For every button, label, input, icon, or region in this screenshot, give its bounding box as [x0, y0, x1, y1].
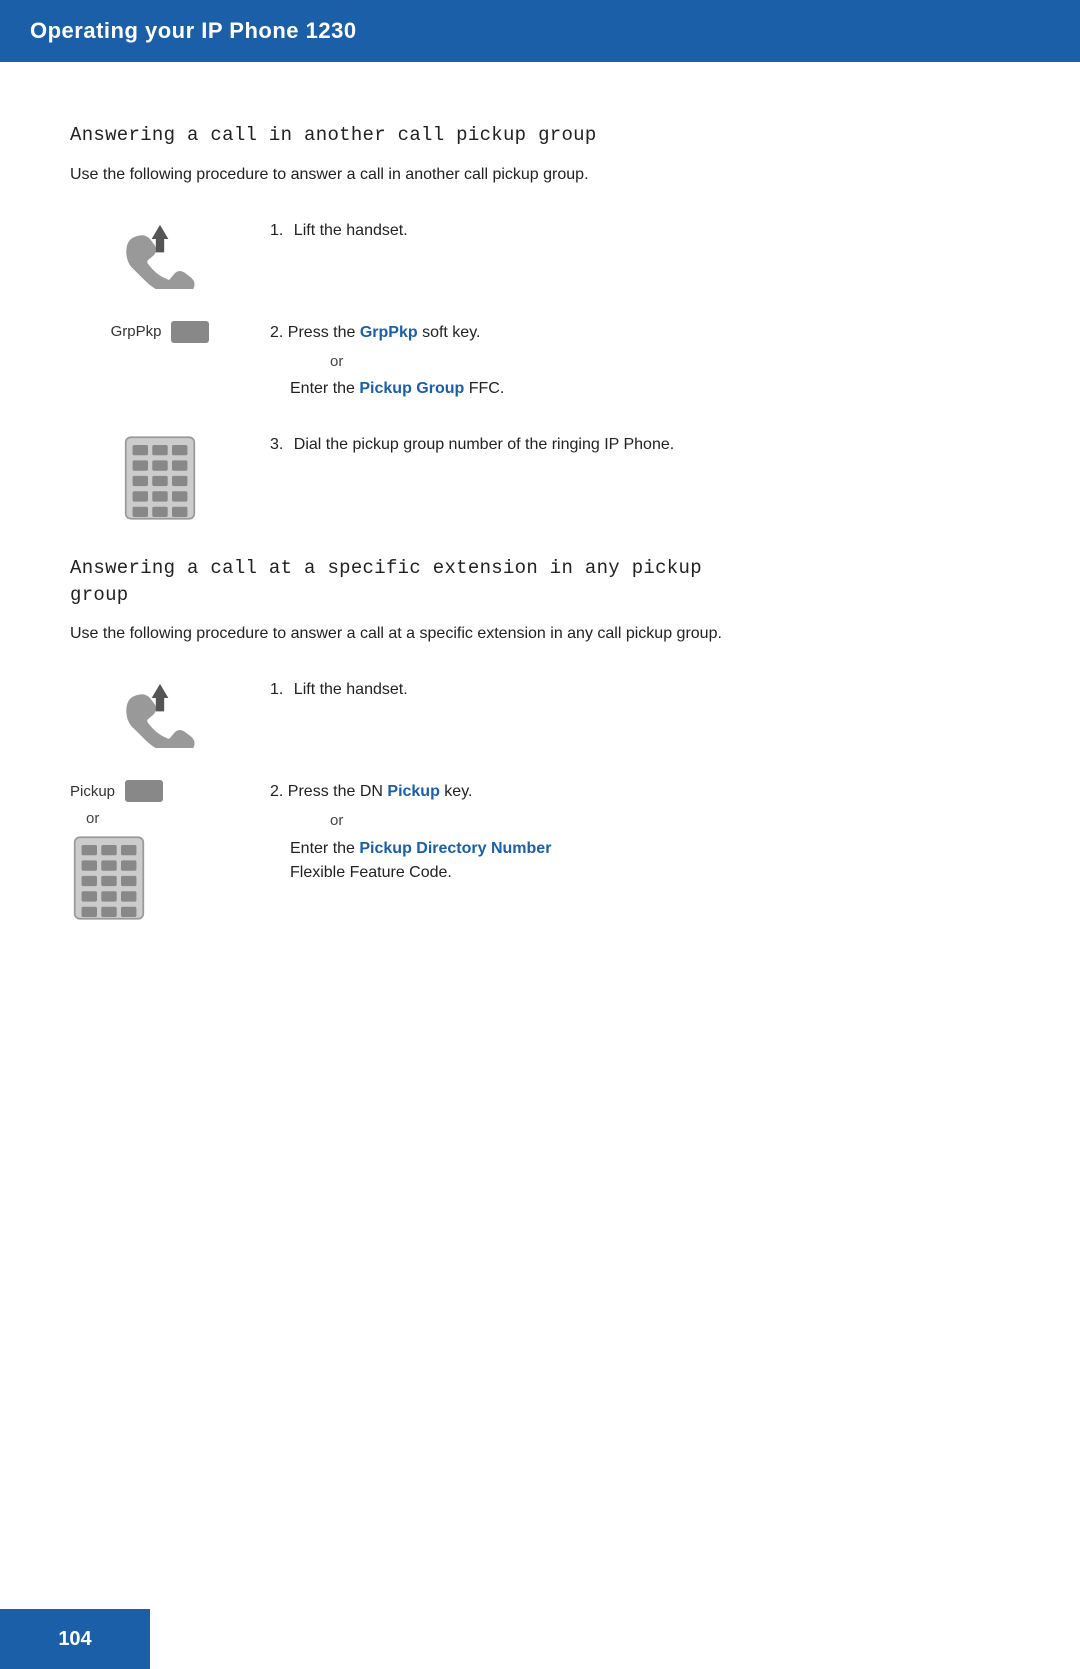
step3-number: 3.: [270, 436, 283, 453]
step2-or: or: [330, 351, 1010, 374]
section1-step3: 3. Dial the pickup group number of the r…: [70, 429, 1010, 523]
step1-icon-area: [70, 215, 250, 289]
grppkp-label: GrpPkp: [111, 323, 162, 340]
softkey-icon-2: [125, 780, 163, 802]
s2-step2-text: 2. Press the DN Pickup key. or Enter the…: [250, 776, 1010, 885]
s2-step2-or: or: [330, 810, 1010, 833]
step3-text: 3. Dial the pickup group number of the r…: [250, 429, 1010, 457]
step2-enter-pre: Enter the: [290, 380, 359, 397]
handset-icon: [110, 219, 210, 289]
softkey-icon: [171, 321, 209, 343]
step3-label: Dial the pickup group number of the ring…: [294, 436, 674, 453]
header-title: Operating your IP Phone 1230: [30, 18, 357, 44]
step1-text: 1. Lift the handset.: [250, 215, 1010, 243]
s2-step2-icon-row: Pickup: [70, 780, 163, 802]
step2-enter-link: Pickup Group: [359, 380, 464, 397]
s2-step1-text: 1. Lift the handset.: [250, 674, 1010, 702]
s2-step2-icon-area: Pickup or: [70, 776, 250, 923]
s2-step2-text-after: key.: [440, 783, 473, 800]
s2-step2-enter-pre: Enter the: [290, 840, 359, 857]
s2-step2-number: 2.: [270, 783, 283, 800]
step3-icon-area: [70, 429, 250, 523]
step2-enter-post: FFC.: [464, 380, 504, 397]
step2-number: 2.: [270, 324, 283, 341]
footer: 104: [0, 1609, 150, 1669]
handset-icon-2: [110, 678, 210, 748]
s2-step2-enter: Enter the Pickup Directory Number Flexibl…: [290, 837, 1010, 885]
page-number: 104: [58, 1628, 91, 1651]
step1-number: 1.: [270, 222, 283, 239]
keypad-icon-2: [70, 833, 148, 923]
section1-heading: Answering a call in another call pickup …: [70, 122, 1010, 149]
s2-step2-text-main: Press the DN: [288, 783, 388, 800]
section2-step2: Pickup or 2. Press the DN Pickup key: [70, 776, 1010, 923]
section1-step2: GrpPkp 2. Press the GrpPkp soft key. or …: [70, 317, 1010, 402]
section2-desc: Use the following procedure to answer a …: [70, 622, 1010, 646]
step1-label: Lift the handset.: [294, 222, 408, 239]
section1-step1: 1. Lift the handset.: [70, 215, 1010, 289]
section1: Answering a call in another call pickup …: [70, 122, 1010, 523]
s2-step1-icon-area: [70, 674, 250, 748]
pickup-label: Pickup: [70, 783, 115, 800]
main-content: Answering a call in another call pickup …: [0, 62, 1080, 995]
step2-enter: Enter the Pickup Group FFC.: [290, 377, 1010, 401]
section2-step1: 1. Lift the handset.: [70, 674, 1010, 748]
step2-text: 2. Press the GrpPkp soft key. or Enter t…: [250, 317, 1010, 402]
step2-text-after: soft key.: [418, 324, 481, 341]
section2-heading-text: Answering a call at a specific extension…: [70, 557, 702, 606]
step2-link: GrpPkp: [360, 324, 418, 341]
step2-icon-area: GrpPkp: [70, 317, 250, 343]
step2-main-line: 2. Press the GrpPkp soft key.: [270, 321, 1010, 345]
s2-step2-link: Pickup: [387, 783, 439, 800]
keypad-icon: [121, 433, 199, 523]
s2-step2-enter-post: Flexible Feature Code.: [290, 864, 452, 881]
step2-text-main: Press the: [288, 324, 360, 341]
s2-step2-enter-link: Pickup Directory Number: [359, 840, 551, 857]
step2-icon-row: GrpPkp: [111, 321, 210, 343]
s2-step2-main-line: 2. Press the DN Pickup key.: [270, 780, 1010, 804]
s2-or-below: or: [86, 810, 99, 827]
section1-desc: Use the following procedure to answer a …: [70, 163, 1010, 187]
section2-heading: Answering a call at a specific extension…: [70, 555, 1010, 608]
header-bar: Operating your IP Phone 1230: [0, 0, 1080, 62]
s2-step1-number: 1.: [270, 681, 283, 698]
s2-step1-label: Lift the handset.: [294, 681, 408, 698]
section2: Answering a call at a specific extension…: [70, 555, 1010, 923]
